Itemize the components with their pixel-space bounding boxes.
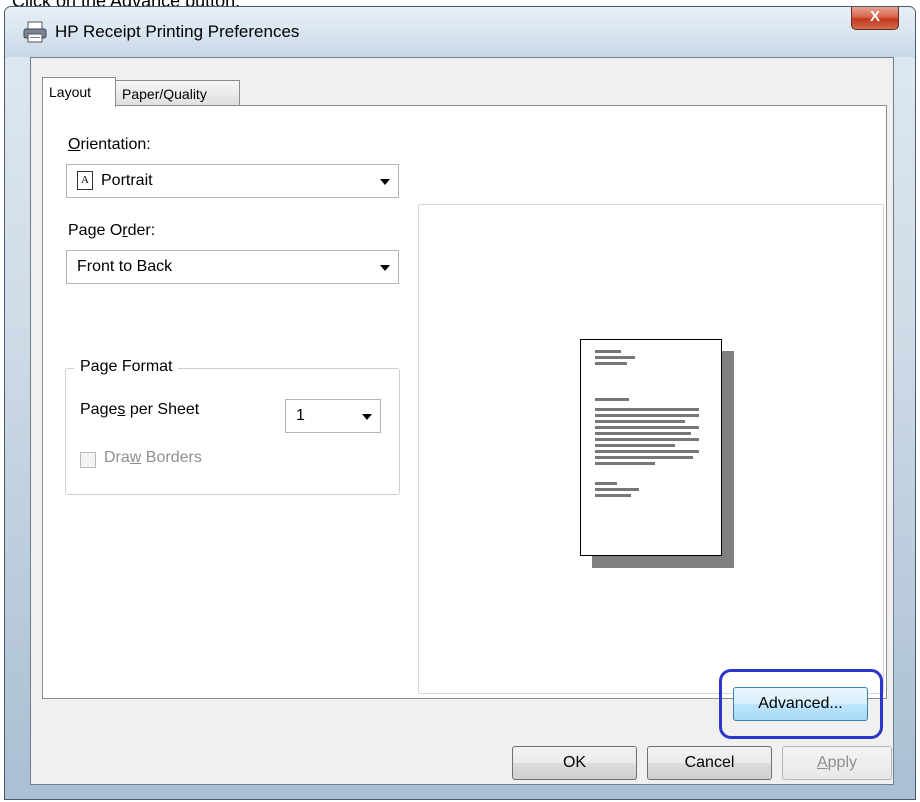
printing-preferences-dialog: HP Receipt Printing Preferences X Layout… xyxy=(4,6,916,800)
portrait-icon: A xyxy=(77,171,93,191)
tab-layout[interactable]: Layout xyxy=(42,77,116,107)
printer-icon xyxy=(23,21,47,43)
chevron-down-icon xyxy=(380,265,390,271)
page-preview xyxy=(580,339,722,556)
pages-per-sheet-label: Pages per Sheet xyxy=(80,401,200,418)
close-button[interactable]: X xyxy=(851,7,899,30)
page-order-label: Page Order: xyxy=(68,222,156,239)
draw-borders-checkbox[interactable] xyxy=(80,452,96,468)
advanced-button[interactable]: Advanced... xyxy=(733,687,868,721)
window-title: HP Receipt Printing Preferences xyxy=(55,22,300,41)
layout-tab-panel: Orientation: A Portrait Page Order: Front… xyxy=(42,105,887,699)
draw-borders-label: Draw Borders xyxy=(104,449,202,466)
tab-paper-quality[interactable]: Paper/Quality xyxy=(115,80,240,106)
page-order-dropdown[interactable]: Front to Back xyxy=(66,250,399,284)
ok-button[interactable]: OK xyxy=(512,746,637,780)
dialog-client-area: Layout Paper/Quality Orientation: A Portr… xyxy=(30,57,894,785)
layout-preview-pane xyxy=(418,204,884,694)
pages-per-sheet-dropdown[interactable]: 1 xyxy=(285,399,381,433)
apply-button[interactable]: Apply xyxy=(782,746,892,780)
chevron-down-icon xyxy=(380,179,390,185)
pages-per-sheet-value: 1 xyxy=(296,407,305,424)
title-bar: HP Receipt Printing Preferences X xyxy=(5,7,915,57)
orientation-dropdown[interactable]: A Portrait xyxy=(66,164,399,198)
orientation-label: Orientation: xyxy=(68,136,151,153)
cancel-button[interactable]: Cancel xyxy=(647,746,772,780)
page-format-legend: Page Format xyxy=(74,358,179,376)
orientation-value: Portrait xyxy=(101,172,153,189)
page-format-group: Page Format Pages per Sheet 1 Draw Borde… xyxy=(65,358,400,495)
chevron-down-icon xyxy=(362,414,372,420)
page-order-value: Front to Back xyxy=(77,258,173,275)
